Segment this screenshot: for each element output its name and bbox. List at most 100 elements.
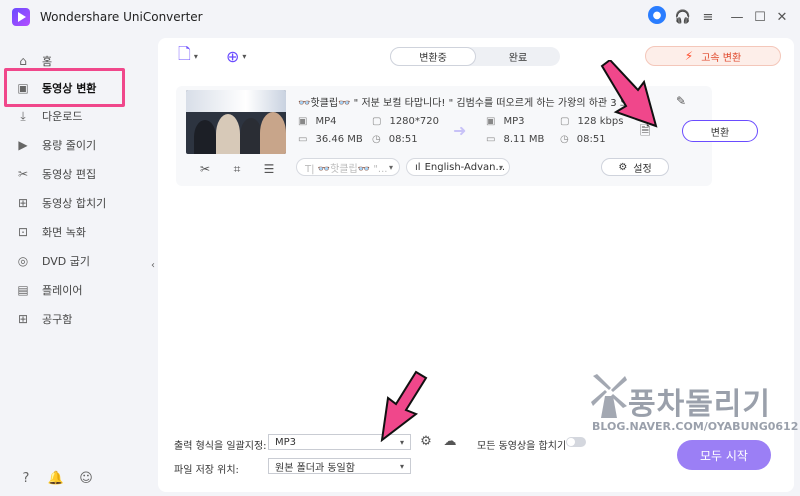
source-size-value: 36.46 MB: [315, 134, 363, 145]
merge-toggle[interactable]: [566, 437, 586, 447]
add-file-icon: 🗋: [178, 43, 191, 63]
sidebar-item-dvd[interactable]: ◎ DVD 굽기: [16, 250, 90, 272]
source-format-value: MP4: [315, 116, 337, 127]
annotation-arrow-top: [600, 60, 658, 128]
windmill-watermark-logo: [591, 374, 627, 418]
target-size: ▭ 8.11 MB: [486, 134, 544, 145]
target-duration: ◷ 08:51: [560, 134, 606, 145]
convert-button[interactable]: 변환: [682, 120, 758, 142]
collapse-sidebar-icon[interactable]: ‹: [148, 256, 158, 274]
file-name-text: 👓핫클립👓 " 저분 보컬 타맙니다! " 김범수를 떠오르게 하는 가왕의 하…: [298, 98, 617, 109]
add-file-button[interactable]: 🗋 ▾: [178, 44, 212, 66]
sidebar-item-label: 플레이어: [42, 284, 83, 297]
scissors-icon[interactable]: ✂: [198, 162, 212, 176]
fast-convert-label: 고속 변환: [701, 52, 742, 64]
sidebar-item-label: 용량 줄이기: [42, 139, 97, 152]
feedback-icon[interactable]: ☺: [78, 470, 94, 486]
app-logo: [12, 8, 30, 26]
add-dvd-button[interactable]: ⊕ ▾: [226, 46, 260, 66]
highlight-frame: [4, 68, 125, 107]
sidebar-item-toolbox[interactable]: ⊞ 공구함: [16, 308, 72, 330]
rename-icon[interactable]: ✎: [676, 94, 688, 108]
sidebar-item-label: 다운로드: [42, 110, 83, 123]
chevron-down-icon: ▾: [498, 162, 503, 172]
sidebar-item-merge[interactable]: ⊞ 동영상 합치기: [16, 192, 106, 214]
sidebar-item-screen-record[interactable]: ⊡ 화면 녹화: [16, 221, 86, 243]
save-location-label: 파일 저장 위치:: [174, 465, 239, 476]
output-format-label: 출력 형식을 일괄지정:: [174, 441, 267, 452]
chevron-down-icon: ▾: [399, 461, 404, 471]
sidebar: ⌂ 홈 ▣ 동영상 변환 ⤓ 다운로드 ▶ 용량 줄이기 ✂ 동영상 편집 ⊞ …: [0, 40, 150, 496]
resolution-icon: ▢: [372, 116, 382, 127]
target-size-value: 8.11 MB: [503, 134, 545, 145]
watermark-title: 풍차돌리기: [628, 387, 771, 422]
audio-track-dropdown[interactable]: ıl English-Advan... ▾: [406, 158, 510, 176]
source-duration-value: 08:51: [388, 134, 418, 145]
screen-record-icon: ⊡: [17, 225, 29, 239]
home-icon: ⌂: [19, 54, 27, 68]
sidebar-item-label: 화면 녹화: [42, 226, 86, 239]
sidebar-item-label: 공구함: [42, 313, 73, 326]
cloud-icon[interactable]: ☁: [442, 433, 458, 449]
close-icon[interactable]: ✕: [772, 7, 792, 27]
toolbox-icon: ⊞: [17, 312, 29, 326]
effects-icon[interactable]: ☰: [262, 162, 276, 176]
start-all-button[interactable]: 모두 시작: [677, 440, 771, 470]
fast-convert-button[interactable]: ⚡ 고속 변환: [645, 46, 781, 66]
player-icon: ▤: [17, 283, 29, 297]
sidebar-item-compress[interactable]: ▶ 용량 줄이기: [16, 134, 96, 156]
user-icon[interactable]: ●: [648, 6, 666, 24]
sidebar-item-label: DVD 굽기: [42, 255, 91, 268]
video-thumbnail[interactable]: [186, 90, 286, 154]
settings-button[interactable]: ⚙ 설정: [601, 158, 669, 176]
bitrate-icon: ▢: [560, 116, 570, 127]
tab-done[interactable]: 완료: [476, 47, 560, 66]
menu-icon[interactable]: ≡: [698, 7, 718, 27]
bell-icon[interactable]: 🔔: [48, 470, 64, 486]
save-location-value: 원본 폴더과 동일함: [275, 462, 355, 474]
tab-converting[interactable]: 변환중: [390, 47, 476, 66]
crop-icon[interactable]: ⌗: [230, 162, 244, 176]
chevron-down-icon: ▾: [193, 51, 198, 61]
maximize-icon[interactable]: ☐: [750, 7, 770, 27]
target-format-value: MP3: [503, 116, 525, 127]
scissors-icon: ✂: [17, 167, 29, 181]
source-resolution: ▢ 1280*720: [372, 116, 439, 127]
video-format-icon: ▣: [298, 116, 308, 127]
audio-track-value: English-Advan...: [424, 161, 505, 173]
lightning-icon: ⚡: [684, 49, 694, 63]
dvd-icon: ◎: [17, 254, 29, 268]
arrow-right-icon: ➜: [453, 121, 467, 140]
audio-format-icon: ▣: [486, 116, 496, 127]
sidebar-item-edit[interactable]: ✂ 동영상 편집: [16, 163, 96, 185]
save-location-select[interactable]: 원본 폴더과 동일함 ▾: [268, 458, 411, 474]
title-bar: Wondershare UniConverter ● 🎧 ≡ — ☐ ✕: [0, 0, 800, 34]
chevron-down-icon: ▾: [242, 51, 247, 61]
sidebar-item-player[interactable]: ▤ 플레이어: [16, 279, 82, 301]
annotation-arrow-bottom: [380, 370, 428, 442]
minimize-icon[interactable]: —: [727, 7, 747, 27]
chevron-down-icon: ▾: [388, 162, 393, 172]
subtitle-value: T| 👓핫클립👓 "...: [305, 163, 388, 175]
sidebar-item-download[interactable]: ⤓ 다운로드: [16, 105, 82, 127]
output-format-value: MP3: [275, 436, 297, 448]
status-tabs: 변환중 완료: [390, 47, 560, 66]
subtitle-dropdown[interactable]: T| 👓핫클립👓 "... ▾: [296, 158, 400, 176]
add-dvd-icon: ⊕: [226, 46, 240, 66]
sidebar-item-label: 동영상 편집: [42, 168, 97, 181]
source-size: ▭ 36.46 MB: [298, 134, 363, 145]
source-resolution-value: 1280*720: [389, 116, 439, 127]
target-format: ▣ MP3: [486, 116, 524, 127]
sidebar-item-label: 동영상 합치기: [42, 197, 107, 210]
headset-icon[interactable]: 🎧: [673, 7, 693, 27]
compress-icon: ▶: [18, 138, 28, 152]
download-icon: ⤓: [20, 108, 26, 123]
audio-wave-icon: ıl: [415, 161, 421, 173]
help-icon[interactable]: ?: [18, 470, 34, 486]
merge-icon: ⊞: [17, 196, 29, 210]
merge-label: 모든 동영상을 합치기: [477, 441, 567, 452]
watermark-url: BLOG.NAVER.COM/OYABUNG0612: [592, 420, 799, 433]
clock-icon: ◷: [372, 134, 381, 145]
folder-icon: ▭: [298, 134, 308, 145]
settings-label: 설정: [633, 163, 652, 175]
